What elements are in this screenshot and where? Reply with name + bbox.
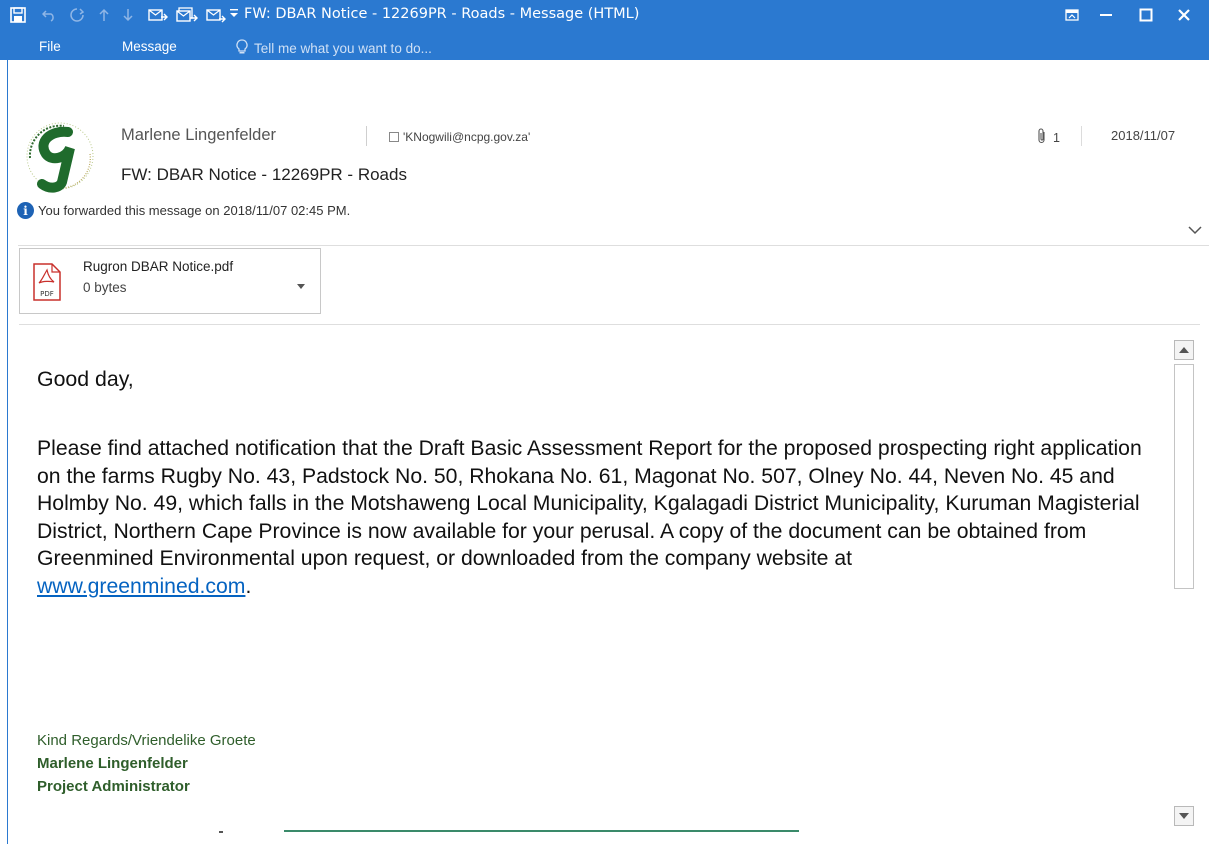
- title-bar: FW: DBAR Notice - 12269PR - Roads - Mess…: [0, 0, 1209, 60]
- save-icon[interactable]: [10, 6, 26, 24]
- reply-icon[interactable]: [148, 6, 168, 24]
- recipient[interactable]: 'KNogwili@ncpg.gov.za': [389, 130, 530, 144]
- recipient-checkbox-icon: [389, 132, 399, 142]
- redo-icon[interactable]: [70, 6, 84, 24]
- undo-icon[interactable]: [42, 6, 56, 24]
- tab-file[interactable]: File: [39, 39, 61, 54]
- signature-regards: Kind Regards/Vriendelike Groete: [37, 732, 256, 749]
- scroll-up-icon[interactable]: [1174, 340, 1194, 360]
- scroll-down-icon[interactable]: [1174, 806, 1194, 826]
- close-button[interactable]: [1169, 4, 1199, 26]
- maximize-button[interactable]: [1131, 4, 1161, 26]
- paperclip-icon: [1037, 128, 1047, 147]
- chevron-down-icon[interactable]: [1188, 220, 1202, 239]
- signature-title: Project Administrator: [37, 778, 190, 795]
- recipient-address: 'KNogwili@ncpg.gov.za': [403, 130, 531, 144]
- ribbon-display-options-icon[interactable]: [1057, 4, 1087, 26]
- greeting-text: Good day,: [37, 367, 134, 391]
- window-title: FW: DBAR Notice - 12269PR - Roads - Mess…: [244, 6, 640, 22]
- message-subject: FW: DBAR Notice - 12269PR - Roads: [121, 165, 407, 184]
- body-period: .: [245, 574, 252, 598]
- info-bar: i You forwarded this message on 2018/11/…: [17, 202, 350, 219]
- svg-text:PDF: PDF: [40, 290, 54, 298]
- attachment-name: Rugron DBAR Notice.pdf: [83, 259, 234, 274]
- tab-message[interactable]: Message: [122, 39, 177, 54]
- minimize-button[interactable]: [1091, 4, 1121, 26]
- signature-mark: [219, 831, 223, 833]
- attachment-count-value: 1: [1053, 130, 1060, 145]
- attachment-dropdown-icon[interactable]: [297, 275, 305, 294]
- tell-me-search[interactable]: Tell me what you want to do...: [236, 39, 432, 58]
- message-body: Good day, Please find attached notificat…: [9, 325, 1171, 844]
- body-paragraph-text: Please find attached notification that t…: [37, 437, 1142, 571]
- customize-toolbar-icon[interactable]: [229, 4, 239, 22]
- message-header: Marlene Lingenfelder 'KNogwili@ncpg.gov.…: [9, 60, 1209, 246]
- window-frame-left: [0, 60, 8, 844]
- header-separator: [366, 126, 367, 146]
- sender-name[interactable]: Marlene Lingenfelder: [121, 126, 276, 145]
- forward-icon[interactable]: [206, 6, 226, 24]
- attachment-item[interactable]: PDF Rugron DBAR Notice.pdf 0 bytes: [19, 248, 321, 314]
- attachment-size: 0 bytes: [83, 280, 127, 295]
- scrollbar-thumb[interactable]: [1174, 364, 1194, 589]
- website-link[interactable]: www.greenmined.com: [37, 575, 245, 598]
- lightbulb-icon: [236, 39, 248, 58]
- signature-name: Marlene Lingenfelder: [37, 755, 188, 772]
- tell-me-placeholder: Tell me what you want to do...: [254, 41, 432, 56]
- attachment-count[interactable]: 1: [1037, 128, 1060, 147]
- forwarded-info-text: You forwarded this message on 2018/11/07…: [38, 203, 351, 218]
- signature-rule: [284, 830, 799, 832]
- ribbon-tabs: File Message Tell me what you want to do…: [0, 36, 1209, 60]
- header-divider: [18, 245, 1209, 246]
- message-date: 2018/11/07: [1111, 128, 1176, 143]
- pdf-icon: PDF: [33, 263, 61, 301]
- vertical-scrollbar[interactable]: [1172, 340, 1196, 830]
- info-icon: i: [17, 202, 34, 219]
- reply-all-icon[interactable]: [176, 6, 198, 24]
- next-item-icon[interactable]: [122, 6, 134, 24]
- previous-item-icon[interactable]: [98, 6, 110, 24]
- header-separator-2: [1081, 126, 1082, 146]
- greenmined-logo: [20, 118, 100, 194]
- body-paragraph: Please find attached notification that t…: [37, 435, 1169, 601]
